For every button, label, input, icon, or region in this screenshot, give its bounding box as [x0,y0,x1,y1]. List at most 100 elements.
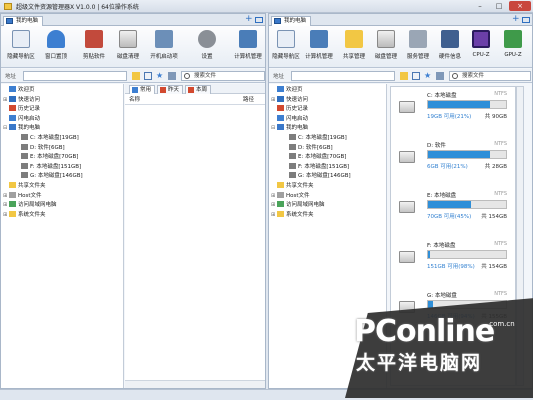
tree-node[interactable]: C: 本地磁盘[19GB] [15,134,79,143]
address-input-left[interactable] [23,71,127,81]
drive-card[interactable]: C: 本地磁盘 NTFS 19GB 可用(21%) 共 90GB [395,91,513,137]
startup-icon [155,30,173,48]
new-tab-icon[interactable]: + [245,15,253,24]
folder-icon[interactable] [132,72,140,80]
new-tab-icon[interactable]: + [512,15,520,24]
column-name[interactable]: 名称 [129,95,140,105]
search-icon [184,73,190,79]
drive-card[interactable]: D: 软件 NTFS 6GB 可用(21%) 共 28GB [395,141,513,187]
tree-node[interactable]: ⊟ 我的电脑 [271,124,308,133]
tree-node[interactable]: G: 本地磁盘[146GB] [15,172,83,181]
tree-node[interactable]: ⊞ 访问局域网电脑 [271,201,325,210]
tree-node[interactable]: F: 本地磁盘[151GB] [15,162,81,172]
tree-node[interactable]: 历史记录 [271,105,308,114]
search-input-right[interactable]: 搜索文件 [449,71,531,81]
tree-node[interactable]: E: 本地磁盘[70GB] [15,153,78,162]
tree-node[interactable]: ⊞ 快速访问 [3,95,40,105]
folder-icon[interactable] [400,72,408,80]
settings-button[interactable]: 设置 [193,28,221,66]
horizontal-scrollbar[interactable] [125,380,265,388]
tree-node[interactable]: C: 本地磁盘[19GB] [283,134,347,143]
tree-node[interactable]: ⊞ Host文件 [271,191,310,201]
view-icon[interactable] [412,72,420,80]
tree-node[interactable]: G: 本地磁盘[146GB] [283,172,351,181]
star-icon[interactable]: ★ [424,72,432,80]
computer-management-icon [239,30,257,48]
drive-total: 共 28GB [484,164,507,170]
time-filter-tabs: 常用 昨天 本周 [125,84,265,94]
tree-node[interactable]: 历史记录 [3,105,40,114]
disk-management-button[interactable]: 磁盘管理 [371,28,401,66]
tree-node-label: 历史记录 [286,106,309,113]
tree-node[interactable]: ⊟ 我的电脑 [3,124,40,133]
tab-this-week[interactable]: 本周 [185,85,212,94]
cpu-z-button[interactable]: CPU-Z [467,28,495,66]
tree-node[interactable]: F: 本地磁盘[151GB] [283,162,349,172]
tree-node[interactable]: 共享文件夹 [3,182,46,191]
usage-bar [427,200,507,209]
disk-cleanup-button[interactable]: 磁盘清理 [113,28,143,66]
clipboard-button[interactable]: 剪贴软件 [79,28,109,66]
tree-node[interactable]: ⊞ Host文件 [3,191,42,201]
search-icon [452,73,458,79]
tree-node[interactable]: ⊞ 访问局域网电脑 [3,201,57,210]
lightning-icon [9,114,16,121]
tree-node[interactable]: 闪电启动 [3,114,40,124]
address-input-right[interactable] [291,71,395,81]
tree-node[interactable]: 欢迎页 [3,86,35,95]
tree-node[interactable]: D: 软件[6GB] [15,143,65,153]
service-management-button[interactable]: 服务管理 [403,28,433,66]
split-view-icon[interactable] [255,17,263,23]
watermark-brand: PConline [354,314,495,349]
minimize-button[interactable]: – [471,1,489,11]
tree-node-label: 共享文件夹 [286,183,314,189]
star-icon[interactable]: ★ [156,72,164,80]
network-icon [9,201,16,208]
filter-icon[interactable] [168,72,176,80]
hide-nav-button[interactable]: 隐藏导航区 [5,28,37,66]
tree-node[interactable]: 闪电启动 [271,114,308,124]
pin-window-button[interactable]: 窗口置顶 [41,28,71,66]
computer-management-button-left[interactable]: 计算机管理 [231,28,265,66]
pin-icon [47,30,65,48]
tab-my-computer-left[interactable]: 我的电脑 [3,16,44,26]
tree-node-label: Host文件 [286,192,310,199]
computer-management-button[interactable]: 计算机管理 [303,28,335,66]
tree-node[interactable]: E: 本地磁盘[70GB] [283,153,346,162]
split-view-icon[interactable] [522,17,530,23]
hide-nav-button-right[interactable]: 隐藏导航区 [271,28,301,66]
drive-icon [289,172,296,179]
drive-free: 6GB 可用(21%) [427,164,468,170]
startup-items-button[interactable]: 开机启动项 [147,28,181,66]
tab-my-computer-right[interactable]: 我的电脑 [271,16,312,26]
tree-node-label: 系统文件夹 [18,211,46,218]
share-management-button[interactable]: 共享管理 [339,28,369,66]
search-input-left[interactable]: 搜索文件 [181,71,265,81]
maximize-button[interactable]: □ [490,1,508,11]
drive-card[interactable]: E: 本地磁盘 NTFS 70GB 可用(45%) 共 154GB [395,191,513,237]
tree-node[interactable]: 共享文件夹 [271,182,314,191]
host-file-icon [277,191,284,198]
tree-node[interactable]: 欢迎页 [271,86,303,95]
usage-bar-fill [428,151,490,158]
column-path[interactable]: 路径 [243,95,254,105]
tree-node[interactable]: ⊞ 快速访问 [271,95,308,105]
tab-common[interactable]: 常用 [129,85,156,94]
tree-node[interactable]: D: 软件[6GB] [283,143,333,153]
tab-yesterday[interactable]: 昨天 [157,85,184,94]
filter-icon[interactable] [436,72,444,80]
close-button[interactable]: × [509,1,531,11]
hardware-info-button[interactable]: 硬件信息 [435,28,465,66]
drive-total: 共 154GB [481,264,507,270]
left-toolbar: 隐藏导航区 窗口置顶 剪贴软件 磁盘清理 开机启动项 设置 计算机管理 [1,26,265,68]
gpu-z-button[interactable]: GPU-Z [499,28,527,66]
drive-icon [21,172,28,179]
tree-node-label: 访问局域网电脑 [286,202,325,209]
network-icon [277,201,284,208]
tree-node[interactable]: ⊞ 系统文件夹 [271,210,314,220]
drive-card[interactable]: F: 本地磁盘 NTFS 151GB 可用(98%) 共 154GB [395,241,513,287]
tree-node[interactable]: ⊞ 系统文件夹 [3,210,46,220]
cpu-z-icon [472,30,490,48]
star-icon [9,95,16,102]
view-icon[interactable] [144,72,152,80]
